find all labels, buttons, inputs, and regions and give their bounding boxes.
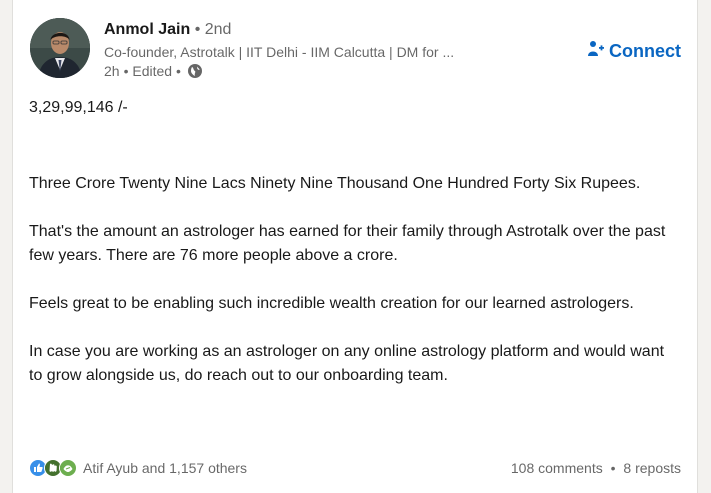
add-person-icon — [587, 40, 605, 63]
author-name-line: Anmol Jain • 2nd — [104, 19, 524, 41]
reposts-count[interactable]: 8 reposts — [623, 460, 681, 476]
author-headline: Co-founder, Astrotalk | IIT Delhi - IIM … — [104, 44, 455, 60]
reactions-summary[interactable]: Atif Ayub and 1,157 others — [29, 459, 247, 477]
post-paragraph: Feels great to be enabling such incredib… — [29, 295, 634, 312]
post-time: 2h — [104, 63, 120, 79]
post-header: Anmol Jain • 2nd Co-founder, Astrotalk |… — [30, 17, 681, 81]
post-body: 3,29,99,146 /- Three Crore Twenty Nine L… — [29, 96, 679, 388]
post-amount: 3,29,99,146 /- — [29, 99, 128, 116]
counts-separator: • — [610, 460, 616, 476]
post-paragraph: In case you are working as an astrologer… — [29, 343, 665, 384]
connect-label: Connect — [609, 41, 681, 61]
post-meta: 2h • Edited • — [104, 62, 524, 80]
support-icon — [59, 459, 77, 477]
avatar-photo — [30, 18, 90, 78]
edited-label: • Edited • — [123, 63, 181, 79]
reactions-text: Atif Ayub and 1,157 others — [83, 460, 247, 476]
reaction-icons — [29, 459, 77, 477]
author-info: Anmol Jain • 2nd Co-founder, Astrotalk |… — [104, 19, 524, 80]
comments-count[interactable]: 108 comments — [511, 460, 603, 476]
post-card: Anmol Jain • 2nd Co-founder, Astrotalk |… — [12, 0, 698, 493]
post-paragraph: Three Crore Twenty Nine Lacs Ninety Nine… — [29, 175, 641, 192]
post-paragraph: That's the amount an astrologer has earn… — [29, 223, 666, 264]
engagement-counts: 108 comments • 8 reposts — [511, 460, 681, 476]
social-counts: Atif Ayub and 1,157 others 108 comments … — [29, 456, 681, 480]
globe-icon — [187, 63, 203, 79]
avatar[interactable] — [30, 18, 90, 78]
connection-degree: • 2nd — [194, 21, 232, 38]
connect-button[interactable]: Connect — [587, 40, 681, 63]
author-name[interactable]: Anmol Jain — [104, 21, 190, 38]
